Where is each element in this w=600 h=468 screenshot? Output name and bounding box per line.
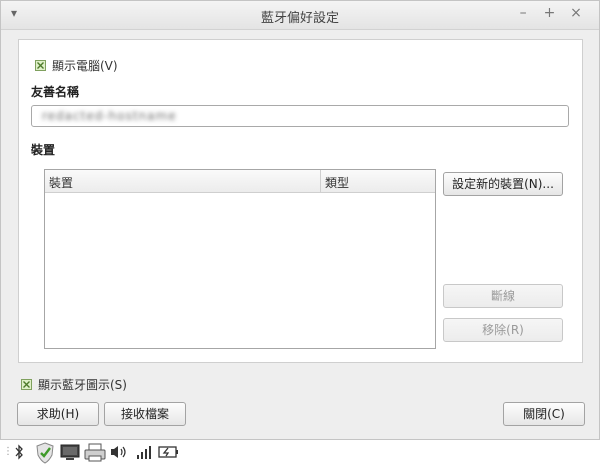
show-icon-checkbox[interactable] (21, 379, 32, 390)
show-computer-label: 顯示電腦(V) (52, 59, 118, 73)
minimize-icon[interactable]: – (512, 5, 534, 21)
show-icon-row[interactable]: 顯示藍牙圖示(S) (21, 376, 127, 393)
show-icon-label: 顯示藍牙圖示(S) (38, 378, 127, 392)
close-window-icon[interactable]: × (565, 5, 587, 21)
friendly-name-input[interactable]: redacted-hostname (31, 105, 569, 127)
system-tray: ⋮ (0, 441, 600, 467)
printer-icon[interactable] (84, 443, 106, 467)
column-header-device[interactable]: 裝置 (49, 174, 73, 191)
receive-files-button[interactable]: 接收檔案 (104, 402, 186, 426)
window-title: 藍牙偏好設定 (260, 11, 339, 26)
devices-section-label: 裝置 (31, 143, 56, 157)
bluetooth-icon[interactable] (14, 443, 24, 465)
speaker-icon[interactable] (110, 444, 128, 464)
friendly-name-value: redacted-hostname (42, 109, 177, 123)
remove-button[interactable]: 移除(R) (443, 318, 563, 342)
window-controls: – + × (512, 5, 587, 21)
grip-icon: ⋮ (3, 446, 13, 457)
device-list[interactable]: 裝置 類型 (44, 169, 436, 349)
setup-new-device-button[interactable]: 設定新的裝置(N)... (443, 172, 563, 196)
signal-icon[interactable] (136, 444, 152, 464)
title-bar: ▾ 藍牙偏好設定 – + × (1, 1, 599, 30)
device-list-header: 裝置 類型 (45, 170, 435, 193)
friendly-name-label: 友善名稱 (31, 85, 80, 99)
settings-panel: 顯示電腦(V) 友善名稱 redacted-hostname 裝置 裝置 類型 … (18, 39, 583, 363)
column-header-type[interactable]: 類型 (325, 174, 349, 191)
show-computer-row[interactable]: 顯示電腦(V) (35, 57, 118, 74)
monitor-icon[interactable] (60, 443, 80, 467)
bluetooth-preferences-window: ▾ 藍牙偏好設定 – + × 顯示電腦(V) 友善名稱 redacted-hos… (0, 0, 600, 440)
maximize-icon[interactable]: + (539, 5, 561, 21)
column-divider (320, 170, 321, 192)
disconnect-button[interactable]: 斷線 (443, 284, 563, 308)
help-button[interactable]: 求助(H) (17, 402, 99, 426)
shield-check-icon[interactable] (35, 442, 55, 468)
show-computer-checkbox[interactable] (35, 60, 46, 71)
battery-icon[interactable] (158, 444, 180, 464)
close-button[interactable]: 關閉(C) (503, 402, 585, 426)
